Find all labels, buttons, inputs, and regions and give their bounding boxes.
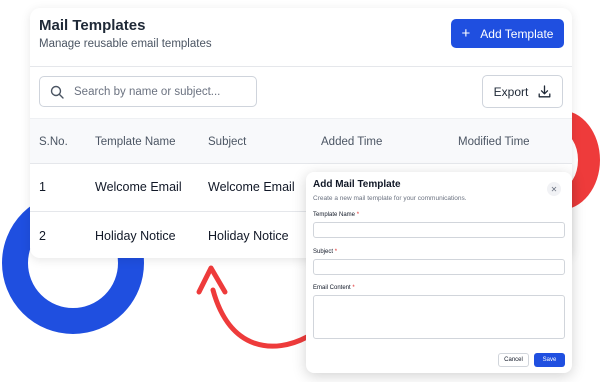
template-name-label-text: Template Name [313,212,356,218]
column-header-modified-time: Modified Time [458,136,530,148]
modal-subtitle: Create a new mail template for your comm… [313,195,467,202]
page-subtitle: Manage reusable email templates [39,38,212,50]
download-icon [538,85,551,98]
row-template-name: Holiday Notice [95,229,176,243]
required-mark: * [334,249,338,255]
export-button[interactable]: Export [482,75,563,108]
required-mark: * [356,212,360,218]
save-button[interactable]: Save [534,353,565,367]
close-icon[interactable]: ✕ [547,182,561,196]
row-subject: Holiday Notice [208,229,289,243]
template-name-input[interactable] [313,222,565,238]
template-name-label: Template Name * [313,212,359,218]
search-input[interactable] [72,84,246,99]
search-icon [50,85,64,99]
header-divider [30,66,572,67]
column-header-subject: Subject [208,136,247,148]
plus-icon: + [461,25,471,42]
subject-label: Subject * [313,249,337,255]
subject-input[interactable] [313,259,565,275]
row-sno: 1 [39,180,46,194]
add-template-button[interactable]: + Add Template [451,19,564,48]
add-template-modal: Add Mail Template Create a new mail temp… [306,172,572,373]
cancel-button[interactable]: Cancel [498,353,529,367]
column-header-added-time: Added Time [321,136,383,148]
page-title: Mail Templates [39,17,146,34]
subject-label-text: Subject [313,249,334,255]
column-header-sno: S.No. [39,136,68,148]
row-subject: Welcome Email [208,180,295,194]
email-content-label: Email Content * [313,285,355,291]
modal-title: Add Mail Template [313,179,401,190]
required-mark: * [352,285,355,291]
search-box[interactable] [39,76,257,107]
email-content-textarea[interactable] [313,295,565,339]
decorative-arrow-icon [196,265,310,349]
add-template-label: Add Template [480,26,554,41]
row-sno: 2 [39,229,46,243]
email-content-label-text: Email Content [313,285,351,291]
row-template-name: Welcome Email [95,180,182,194]
export-label: Export [493,84,529,99]
column-header-template-name: Template Name [95,136,176,148]
